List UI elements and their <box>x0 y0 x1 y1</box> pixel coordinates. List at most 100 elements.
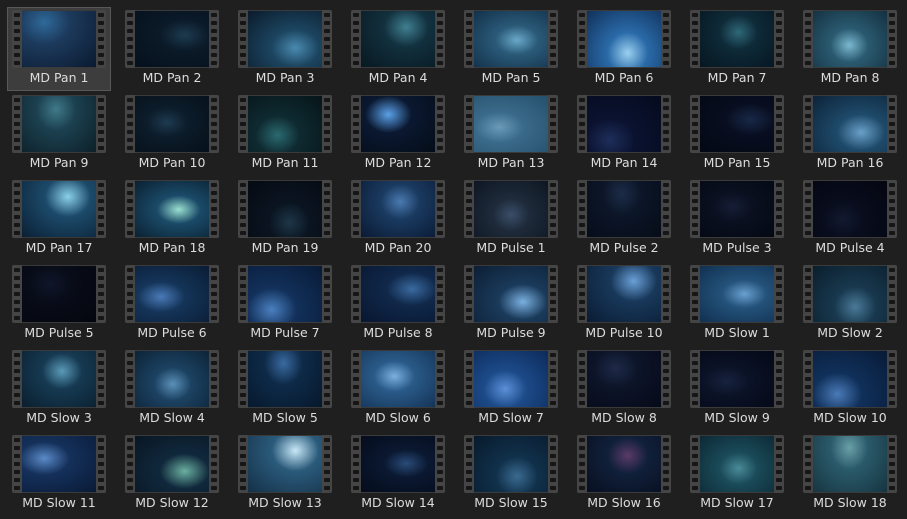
clip-item[interactable]: MD Pulse 6 <box>121 263 223 345</box>
clip-item[interactable]: MD Pulse 9 <box>460 263 562 345</box>
clip-item[interactable]: MD Slow 5 <box>234 348 336 430</box>
clip-item[interactable]: MD Pan 9 <box>8 93 110 175</box>
sprocket-hole <box>889 37 895 41</box>
clip-item[interactable]: MD Slow 18 <box>799 433 901 515</box>
clip-item[interactable]: MD Pan 10 <box>121 93 223 175</box>
sprocket-hole <box>692 122 698 126</box>
sprocket-hole <box>127 231 133 235</box>
clip-item[interactable]: MD Pan 14 <box>573 93 675 175</box>
clip-item[interactable]: MD Slow 3 <box>8 348 110 430</box>
clip-item[interactable]: MD Slow 2 <box>799 263 901 345</box>
clip-item[interactable]: MD Pan 11 <box>234 93 336 175</box>
clip-item[interactable]: MD Slow 14 <box>347 433 449 515</box>
clip-item[interactable]: MD Pan 20 <box>347 178 449 260</box>
clip-item[interactable]: MD Slow 11 <box>8 433 110 515</box>
sprocket-hole <box>437 486 443 490</box>
sprocket-hole <box>14 231 20 235</box>
clip-item[interactable]: MD Pan 6 <box>573 8 675 90</box>
sprocket-hole <box>437 199 443 203</box>
clip-item[interactable]: MD Slow 7 <box>460 348 562 430</box>
clip-item[interactable]: MD Pan 1 <box>7 7 111 91</box>
clip-item[interactable]: MD Slow 1 <box>686 263 788 345</box>
sprocket-hole <box>98 146 104 150</box>
sprocket-hole <box>240 191 246 195</box>
clip-item[interactable]: MD Slow 15 <box>460 433 562 515</box>
video-clip-icon <box>690 265 784 323</box>
clip-item[interactable]: MD Pulse 4 <box>799 178 901 260</box>
film-strip-edge <box>577 350 587 408</box>
sprocket-hole <box>437 13 443 17</box>
sprocket-hole <box>127 316 133 320</box>
clip-item[interactable]: MD Pulse 2 <box>573 178 675 260</box>
film-strip-edge <box>435 95 445 153</box>
clip-item[interactable]: MD Pan 5 <box>460 8 562 90</box>
sprocket-hole <box>437 114 443 118</box>
sprocket-hole <box>663 37 669 41</box>
sprocket-hole <box>663 308 669 312</box>
sprocket-hole <box>98 183 104 187</box>
clip-item[interactable]: MD Slow 8 <box>573 348 675 430</box>
clip-item[interactable]: MD Pan 4 <box>347 8 449 90</box>
clip-item[interactable]: MD Pulse 7 <box>234 263 336 345</box>
sprocket-hole <box>14 284 20 288</box>
sprocket-hole <box>211 377 217 381</box>
film-strip-edge <box>464 95 474 153</box>
sprocket-hole <box>663 21 669 25</box>
sprocket-hole <box>663 215 669 219</box>
sprocket-hole <box>353 183 359 187</box>
clip-item[interactable]: MD Pulse 10 <box>573 263 675 345</box>
film-strip-edge <box>803 350 813 408</box>
sprocket-hole <box>550 13 556 17</box>
sprocket-hole <box>466 61 472 65</box>
sprocket-hole <box>353 37 359 41</box>
video-clip-icon <box>351 435 445 493</box>
sprocket-hole <box>211 462 217 466</box>
sprocket-hole <box>127 146 133 150</box>
clip-item[interactable]: MD Slow 6 <box>347 348 449 430</box>
sprocket-hole <box>805 130 811 134</box>
clip-item[interactable]: MD Pulse 1 <box>460 178 562 260</box>
clip-item[interactable]: MD Pan 7 <box>686 8 788 90</box>
film-strip-edge <box>464 435 474 493</box>
clip-item[interactable]: MD Slow 16 <box>573 433 675 515</box>
sprocket-hole <box>805 61 811 65</box>
clip-item[interactable]: MD Pan 13 <box>460 93 562 175</box>
clip-item[interactable]: MD Slow 12 <box>121 433 223 515</box>
sprocket-hole <box>98 470 104 474</box>
sprocket-hole <box>776 122 782 126</box>
clip-item[interactable]: MD Pan 15 <box>686 93 788 175</box>
sprocket-hole <box>692 138 698 142</box>
clip-item[interactable]: MD Pan 8 <box>799 8 901 90</box>
clip-item[interactable]: MD Pan 19 <box>234 178 336 260</box>
clip-item[interactable]: MD Pan 18 <box>121 178 223 260</box>
clip-item[interactable]: MD Pan 2 <box>121 8 223 90</box>
sprocket-hole <box>98 122 104 126</box>
clip-item[interactable]: MD Pulse 3 <box>686 178 788 260</box>
clip-item[interactable]: MD Pan 16 <box>799 93 901 175</box>
clip-item[interactable]: MD Pan 17 <box>8 178 110 260</box>
sprocket-hole <box>663 122 669 126</box>
clip-item[interactable]: MD Slow 17 <box>686 433 788 515</box>
clip-item[interactable]: MD Slow 13 <box>234 433 336 515</box>
sprocket-hole <box>437 385 443 389</box>
clip-item[interactable]: MD Slow 10 <box>799 348 901 430</box>
sprocket-hole <box>324 470 330 474</box>
sprocket-hole <box>14 61 20 65</box>
video-clip-icon <box>803 350 897 408</box>
clip-item[interactable]: MD Slow 9 <box>686 348 788 430</box>
clip-preview-frame <box>700 181 774 237</box>
clip-label: MD Pan 12 <box>364 155 432 170</box>
sprocket-hole <box>466 462 472 466</box>
sprocket-hole <box>324 215 330 219</box>
sprocket-hole <box>889 106 895 110</box>
clip-item[interactable]: MD Pan 3 <box>234 8 336 90</box>
sprocket-hole <box>127 29 133 33</box>
film-strip-edge <box>803 10 813 68</box>
sprocket-hole <box>240 106 246 110</box>
clip-item[interactable]: MD Slow 4 <box>121 348 223 430</box>
clip-item[interactable]: MD Pan 12 <box>347 93 449 175</box>
clip-item[interactable]: MD Pulse 8 <box>347 263 449 345</box>
sprocket-hole <box>663 393 669 397</box>
sprocket-hole <box>692 37 698 41</box>
clip-item[interactable]: MD Pulse 5 <box>8 263 110 345</box>
